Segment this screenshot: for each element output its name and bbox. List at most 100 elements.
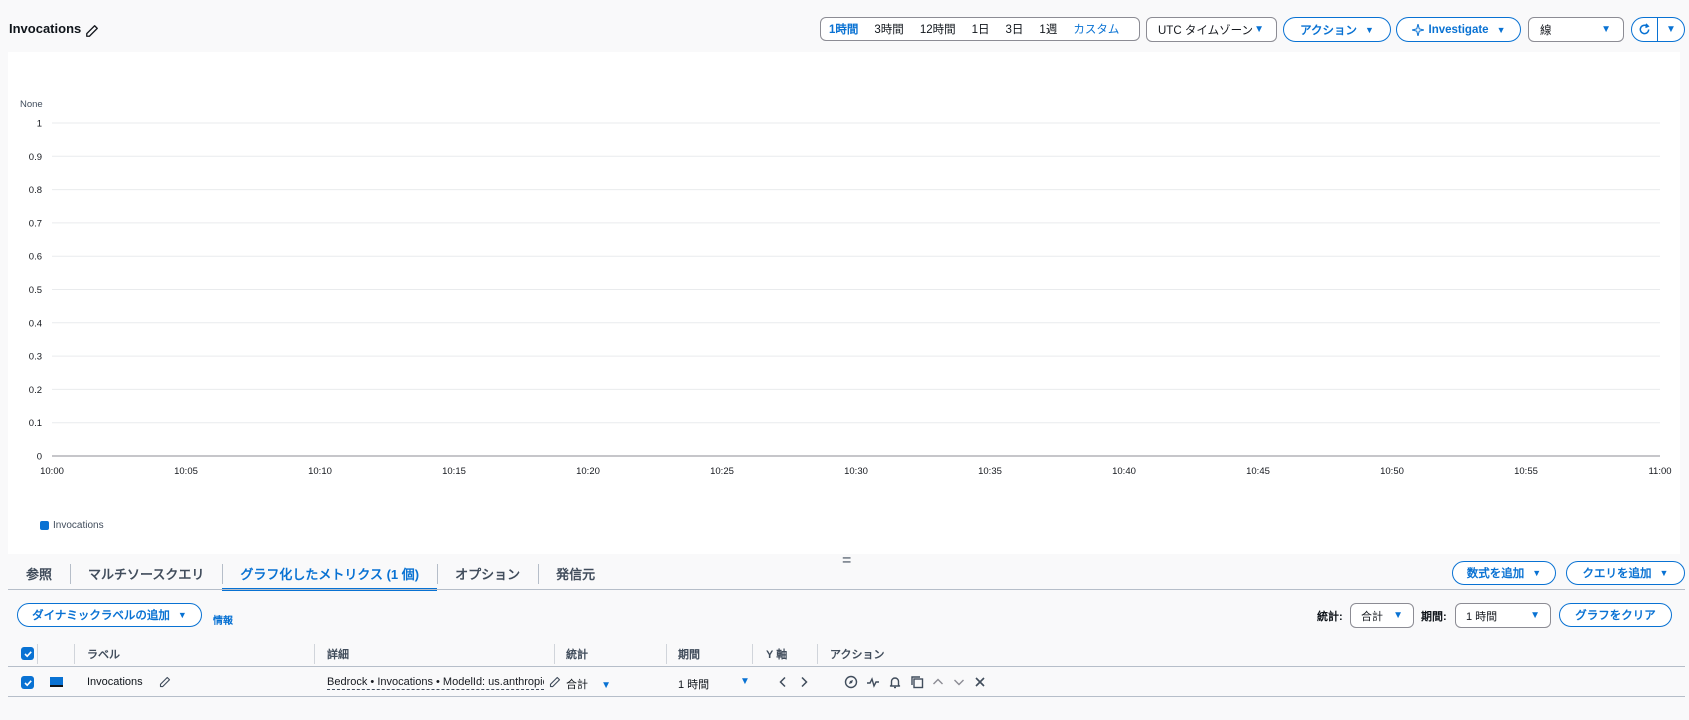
- timezone-select[interactable]: UTC タイムゾーン ▼: [1146, 17, 1277, 42]
- stat-select[interactable]: 合計 ▼: [1350, 603, 1414, 628]
- refresh-options-button[interactable]: ▼: [1658, 18, 1684, 41]
- graph-type-select-label: 線: [1540, 24, 1552, 37]
- tab-browse[interactable]: 参照: [8, 556, 70, 590]
- chart-panel: None 0 0.1 0.2 0.3 0.4 0.5 0.6 0.7 0.8 0.9 1 10:00 10…: [8, 52, 1680, 554]
- tabs-divider: [8, 589, 1685, 590]
- caret-down-icon: ▼: [1496, 24, 1506, 35]
- range-3d[interactable]: 3日: [998, 21, 1032, 37]
- move-up-icon[interactable]: [932, 676, 944, 688]
- actions-button[interactable]: アクション ▼: [1283, 17, 1391, 42]
- chevron-right-icon[interactable]: [799, 676, 809, 688]
- y-tick-label: 0.5: [29, 285, 42, 296]
- range-3h[interactable]: 3時間: [866, 21, 911, 37]
- x-tick-label: 10:45: [1246, 466, 1270, 477]
- copy-icon[interactable]: [910, 675, 924, 689]
- x-tick-label: 10:15: [442, 466, 466, 477]
- metrics-tabs: 参照 マルチソースクエリ グラフ化したメトリクス (1 個) オプション 発信元: [8, 556, 613, 591]
- tab-source[interactable]: 発信元: [538, 556, 613, 590]
- tab-multi-source-query[interactable]: マルチソースクエリ: [70, 556, 222, 590]
- row-label: Invocations: [87, 676, 143, 688]
- tab-graphed-metrics[interactable]: グラフ化したメトリクス (1 個): [222, 556, 437, 591]
- column-divider: [752, 644, 753, 664]
- x-tick-label: 10:55: [1514, 466, 1538, 477]
- y-tick-label: 0.1: [29, 418, 42, 429]
- y-tick-label: 0.3: [29, 352, 42, 363]
- period-select[interactable]: 1 時間 ▼: [1455, 603, 1551, 628]
- clear-graph-button[interactable]: グラフをクリア: [1559, 603, 1672, 627]
- series-color-swatch[interactable]: [50, 677, 63, 687]
- add-math-button-label: 数式を追加: [1466, 568, 1525, 580]
- x-tick-label: 10:50: [1380, 466, 1404, 477]
- chevron-down-icon: ▼: [1601, 24, 1611, 35]
- header-details: 詳細: [327, 649, 349, 661]
- caret-down-icon: ▼: [1532, 568, 1542, 578]
- tab-options[interactable]: オプション: [437, 556, 538, 590]
- header-stat: 統計: [566, 649, 588, 661]
- x-tick-label: 10:00: [40, 466, 64, 477]
- compass-icon[interactable]: [844, 675, 858, 689]
- time-range-selector: 1時間 3時間 12時間 1日 3日 1週 カスタム: [820, 17, 1140, 41]
- column-divider: [666, 644, 667, 664]
- period-select-value: 1 時間: [1466, 610, 1498, 623]
- row-period-value: 1 時間: [678, 679, 710, 691]
- add-dynamic-label-button[interactable]: ダイナミックラベルの追加 ▼: [17, 603, 202, 627]
- anomaly-detection-icon[interactable]: [866, 675, 880, 689]
- y-tick-label: 0: [37, 452, 42, 463]
- edit-title-pencil-icon[interactable]: [85, 24, 99, 38]
- x-tick-label: 11:00: [1648, 466, 1671, 477]
- resize-handle[interactable]: =: [842, 552, 851, 570]
- chevron-down-icon: ▼: [740, 676, 750, 687]
- check-icon: [23, 679, 32, 686]
- row-period-select[interactable]: 1 時間 ▼: [678, 676, 750, 692]
- refresh-button[interactable]: [1632, 18, 1659, 41]
- chevron-down-icon: ▼: [601, 680, 611, 691]
- table-header: ラベル 詳細 統計 期間 Y 軸 アクション: [8, 640, 1685, 667]
- row-stat-select[interactable]: 合計 ▼: [566, 676, 611, 692]
- add-math-button[interactable]: 数式を追加 ▼: [1452, 561, 1556, 585]
- select-all-checkbox[interactable]: [21, 647, 34, 660]
- range-1d[interactable]: 1日: [964, 21, 998, 37]
- chevron-left-icon[interactable]: [778, 676, 788, 688]
- column-divider: [817, 644, 818, 664]
- range-1h[interactable]: 1時間: [821, 21, 866, 37]
- range-custom[interactable]: カスタム: [1065, 21, 1127, 37]
- header-actions: アクション: [830, 649, 885, 661]
- info-link[interactable]: 情報: [213, 612, 233, 627]
- header-label: ラベル: [87, 649, 120, 661]
- header-y-axis: Y 軸: [766, 649, 788, 661]
- edit-details-pencil-icon[interactable]: [549, 676, 561, 688]
- move-down-icon[interactable]: [953, 676, 965, 688]
- header-period: 期間: [678, 649, 700, 661]
- row-checkbox[interactable]: [21, 676, 34, 689]
- clear-graph-button-label: グラフをクリア: [1575, 610, 1656, 622]
- range-1w[interactable]: 1週: [1031, 21, 1065, 37]
- edit-label-pencil-icon[interactable]: [159, 676, 171, 688]
- check-icon: [23, 650, 32, 657]
- y-tick-label: 0.9: [29, 152, 42, 163]
- graph-type-select[interactable]: 線 ▼: [1528, 17, 1624, 42]
- y-tick-label: 0.8: [29, 185, 42, 196]
- graph-title: Invocations: [9, 21, 82, 36]
- x-tick-label: 10:25: [710, 466, 734, 477]
- table-row: Invocations Bedrock • Invocations • Mode…: [8, 667, 1685, 697]
- x-tick-label: 10:20: [576, 466, 600, 477]
- range-12h[interactable]: 12時間: [912, 21, 964, 37]
- chevron-down-icon: ▼: [1254, 24, 1264, 35]
- line-chart: None 0 0.1 0.2 0.3 0.4 0.5 0.6 0.7 0.8 0.9 1 10:00 10…: [20, 99, 1672, 477]
- add-query-button[interactable]: クエリを追加 ▼: [1566, 561, 1685, 585]
- refresh-icon: [1639, 23, 1650, 35]
- y-tick-label: 0.4: [29, 318, 42, 329]
- stat-select-value: 合計: [1361, 610, 1383, 623]
- y-tick-label: 0.7: [29, 218, 42, 229]
- timezone-select-label: UTC タイムゾーン: [1158, 24, 1254, 37]
- chevron-down-icon: ▼: [1530, 610, 1540, 621]
- y-tick-label: 0.6: [29, 252, 42, 263]
- chart-legend[interactable]: Invocations: [40, 520, 104, 531]
- investigate-button[interactable]: Investigate ▼: [1396, 17, 1521, 42]
- row-details[interactable]: Bedrock • Invocations • ModelId: us.anth…: [327, 676, 544, 690]
- legend-label: Invocations: [53, 520, 104, 531]
- top-bar: Invocations 1時間 3時間 12時間 1日 3日 1週 カスタム U…: [0, 0, 1689, 50]
- column-divider: [554, 644, 555, 664]
- remove-close-icon[interactable]: [974, 676, 986, 688]
- bell-icon[interactable]: [888, 675, 902, 689]
